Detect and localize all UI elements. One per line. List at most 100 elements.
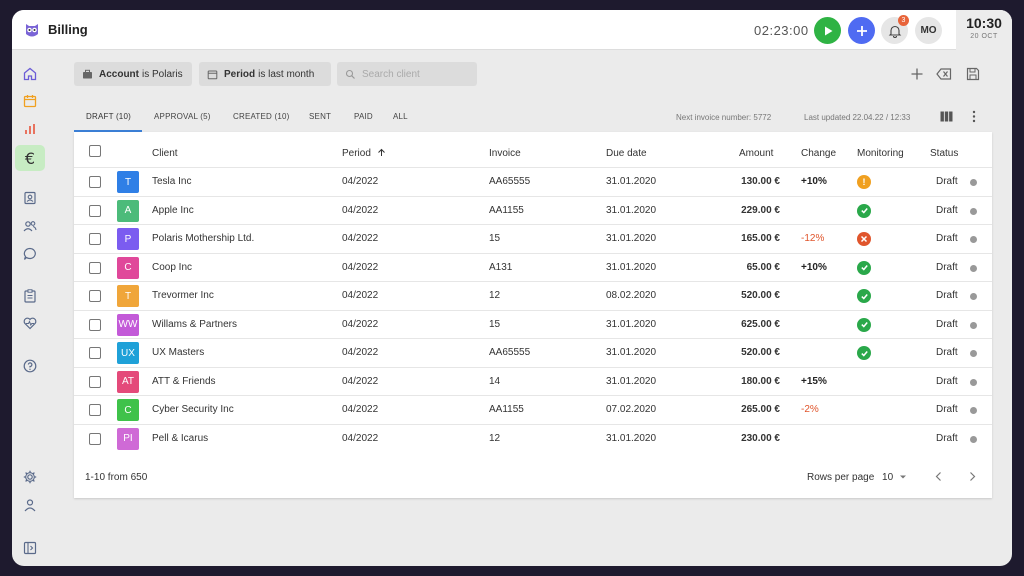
sidebar-item-contacts[interactable] bbox=[15, 185, 45, 211]
col-status[interactable]: Status bbox=[930, 148, 958, 159]
sidebar-item-settings[interactable] bbox=[15, 464, 45, 490]
sidebar-item-health[interactable] bbox=[15, 310, 45, 336]
client-name[interactable]: Cyber Security Inc bbox=[152, 396, 234, 424]
table-row[interactable]: PI Pell & Icarus 04/2022 12 31.01.2020 230.00… bbox=[74, 423, 992, 453]
row-checkbox[interactable] bbox=[89, 233, 101, 245]
change-cell: +10% bbox=[801, 176, 827, 187]
row-checkbox[interactable] bbox=[89, 176, 101, 188]
status-cell: Draft bbox=[936, 204, 958, 216]
col-monitoring[interactable]: Monitoring bbox=[857, 148, 904, 159]
last-updated: Last updated 22.04.22 / 12:33 bbox=[804, 113, 911, 122]
col-client[interactable]: Client bbox=[152, 148, 178, 159]
tab-all[interactable]: ALL bbox=[393, 112, 408, 121]
table-row[interactable]: AT ATT & Friends 04/2022 14 31.01.2020 180.00… bbox=[74, 366, 992, 396]
col-period-label: Period bbox=[342, 148, 371, 159]
gear-icon bbox=[23, 470, 37, 484]
tab-created[interactable]: CREATED (10) bbox=[233, 112, 289, 121]
top-bar: Billing 02:23:00 3 MO 10:30 20 OCT bbox=[12, 10, 1012, 50]
user-avatar-button[interactable]: MO bbox=[915, 17, 942, 44]
change-cell: +10% bbox=[801, 261, 827, 273]
x-circle-icon bbox=[857, 232, 871, 246]
table-row[interactable]: WW Willams & Partners 04/2022 15 31.01.2020 6… bbox=[74, 309, 992, 339]
col-change[interactable]: Change bbox=[801, 148, 836, 159]
table-row[interactable]: T Trevormer Inc 04/2022 12 08.02.2020 520.00 … bbox=[74, 281, 992, 310]
period-filter-chip[interactable]: Period is last month bbox=[199, 62, 331, 86]
tab-approval[interactable]: APPROVAL (5) bbox=[154, 112, 211, 121]
sidebar-item-help[interactable] bbox=[15, 353, 45, 379]
search-icon bbox=[345, 69, 355, 79]
next-page-button[interactable] bbox=[967, 471, 977, 485]
sidebar-item-home[interactable] bbox=[15, 61, 45, 87]
search-input[interactable]: Search client bbox=[337, 62, 477, 86]
row-checkbox[interactable] bbox=[89, 318, 101, 331]
due-date-cell: 31.01.2020 bbox=[606, 375, 657, 387]
sidebar-item-tasks[interactable] bbox=[15, 283, 45, 309]
status-cell: Draft bbox=[936, 375, 958, 387]
client-avatar: T bbox=[117, 171, 139, 193]
client-name[interactable]: Polaris Mothership Ltd. bbox=[152, 225, 254, 253]
client-name[interactable]: ATT & Friends bbox=[152, 368, 216, 396]
row-checkbox[interactable] bbox=[89, 432, 101, 445]
tab-draft[interactable]: DRAFT (10) bbox=[86, 112, 131, 121]
col-period[interactable]: Period bbox=[342, 148, 386, 159]
columns-view-button[interactable] bbox=[940, 111, 953, 125]
client-avatar: AT bbox=[117, 370, 139, 393]
tab-sent[interactable]: SENT bbox=[309, 112, 331, 121]
change-cell: -12% bbox=[801, 233, 825, 244]
sidebar-item-profile[interactable] bbox=[15, 492, 45, 518]
search-placeholder: Search client bbox=[362, 68, 420, 80]
row-checkbox[interactable] bbox=[89, 347, 101, 359]
add-button[interactable] bbox=[848, 17, 875, 44]
status-cell: Draft bbox=[936, 347, 958, 358]
prev-page-button[interactable] bbox=[934, 471, 944, 485]
bar-chart-icon bbox=[25, 124, 35, 134]
client-name[interactable]: Willams & Partners bbox=[152, 311, 237, 339]
rows-per-page-select[interactable]: 10 bbox=[882, 472, 907, 483]
table-row[interactable]: T Tesla Inc 04/2022 AA65555 31.01.2020 130.00… bbox=[74, 167, 992, 196]
client-name[interactable]: Trevormer Inc bbox=[152, 282, 214, 310]
tab-paid[interactable]: PAID bbox=[354, 112, 373, 121]
col-invoice[interactable]: Invoice bbox=[489, 148, 521, 159]
start-timer-button[interactable] bbox=[814, 17, 841, 44]
app-window: Billing 02:23:00 3 MO 10:30 20 OCT € Acc… bbox=[12, 10, 1012, 566]
row-checkbox[interactable] bbox=[89, 204, 101, 217]
invoice-cell: AA1155 bbox=[489, 404, 524, 415]
row-checkbox[interactable] bbox=[89, 290, 101, 302]
save-button[interactable] bbox=[966, 67, 980, 84]
client-name[interactable]: Coop Inc bbox=[152, 254, 192, 282]
table-row[interactable]: P Polaris Mothership Ltd. 04/2022 15 31.01.2… bbox=[74, 224, 992, 253]
sidebar-collapse-button[interactable] bbox=[15, 535, 45, 561]
table-row[interactable]: C Cyber Security Inc 04/2022 AA1155 07.02.20… bbox=[74, 395, 992, 424]
more-options-button[interactable] bbox=[971, 110, 977, 126]
client-name[interactable]: Pell & Icarus bbox=[152, 425, 208, 453]
col-amount[interactable]: Amount bbox=[739, 148, 773, 159]
col-due-date[interactable]: Due date bbox=[606, 148, 647, 159]
select-all-checkbox[interactable] bbox=[89, 145, 101, 157]
period-cell: 04/2022 bbox=[342, 290, 379, 301]
table-row[interactable]: UX UX Masters 04/2022 AA65555 31.01.2020 520.… bbox=[74, 338, 992, 367]
sidebar-item-billing[interactable]: € bbox=[15, 145, 45, 171]
table-row[interactable]: C Coop Inc 04/2022 A131 31.01.2020 65.00 € +10… bbox=[74, 252, 992, 282]
client-name[interactable]: UX Masters bbox=[152, 339, 204, 367]
client-avatar: PI bbox=[117, 427, 139, 450]
row-checkbox[interactable] bbox=[89, 404, 101, 416]
user-icon bbox=[24, 499, 36, 512]
client-name[interactable]: Tesla Inc bbox=[152, 168, 191, 196]
row-checkbox[interactable] bbox=[89, 375, 101, 388]
status-dot bbox=[970, 264, 977, 272]
add-invoice-button[interactable] bbox=[910, 67, 924, 84]
save-icon bbox=[966, 67, 980, 81]
client-name[interactable]: Apple Inc bbox=[152, 197, 194, 225]
client-avatar: A bbox=[117, 199, 139, 222]
sidebar-item-users[interactable] bbox=[15, 213, 45, 239]
row-checkbox[interactable] bbox=[89, 261, 101, 274]
sidebar-item-calendar[interactable] bbox=[15, 88, 45, 114]
clear-filters-button[interactable] bbox=[936, 67, 952, 84]
table-row[interactable]: A Apple Inc 04/2022 AA1155 31.01.2020 229.00 … bbox=[74, 195, 992, 225]
sidebar-item-messages[interactable] bbox=[15, 241, 45, 267]
status-cell: Draft bbox=[936, 432, 958, 444]
briefcase-icon bbox=[83, 69, 92, 78]
account-filter-chip[interactable]: Account is Polaris bbox=[74, 62, 192, 86]
sidebar-item-reports[interactable] bbox=[15, 116, 45, 142]
backspace-icon bbox=[936, 68, 952, 80]
